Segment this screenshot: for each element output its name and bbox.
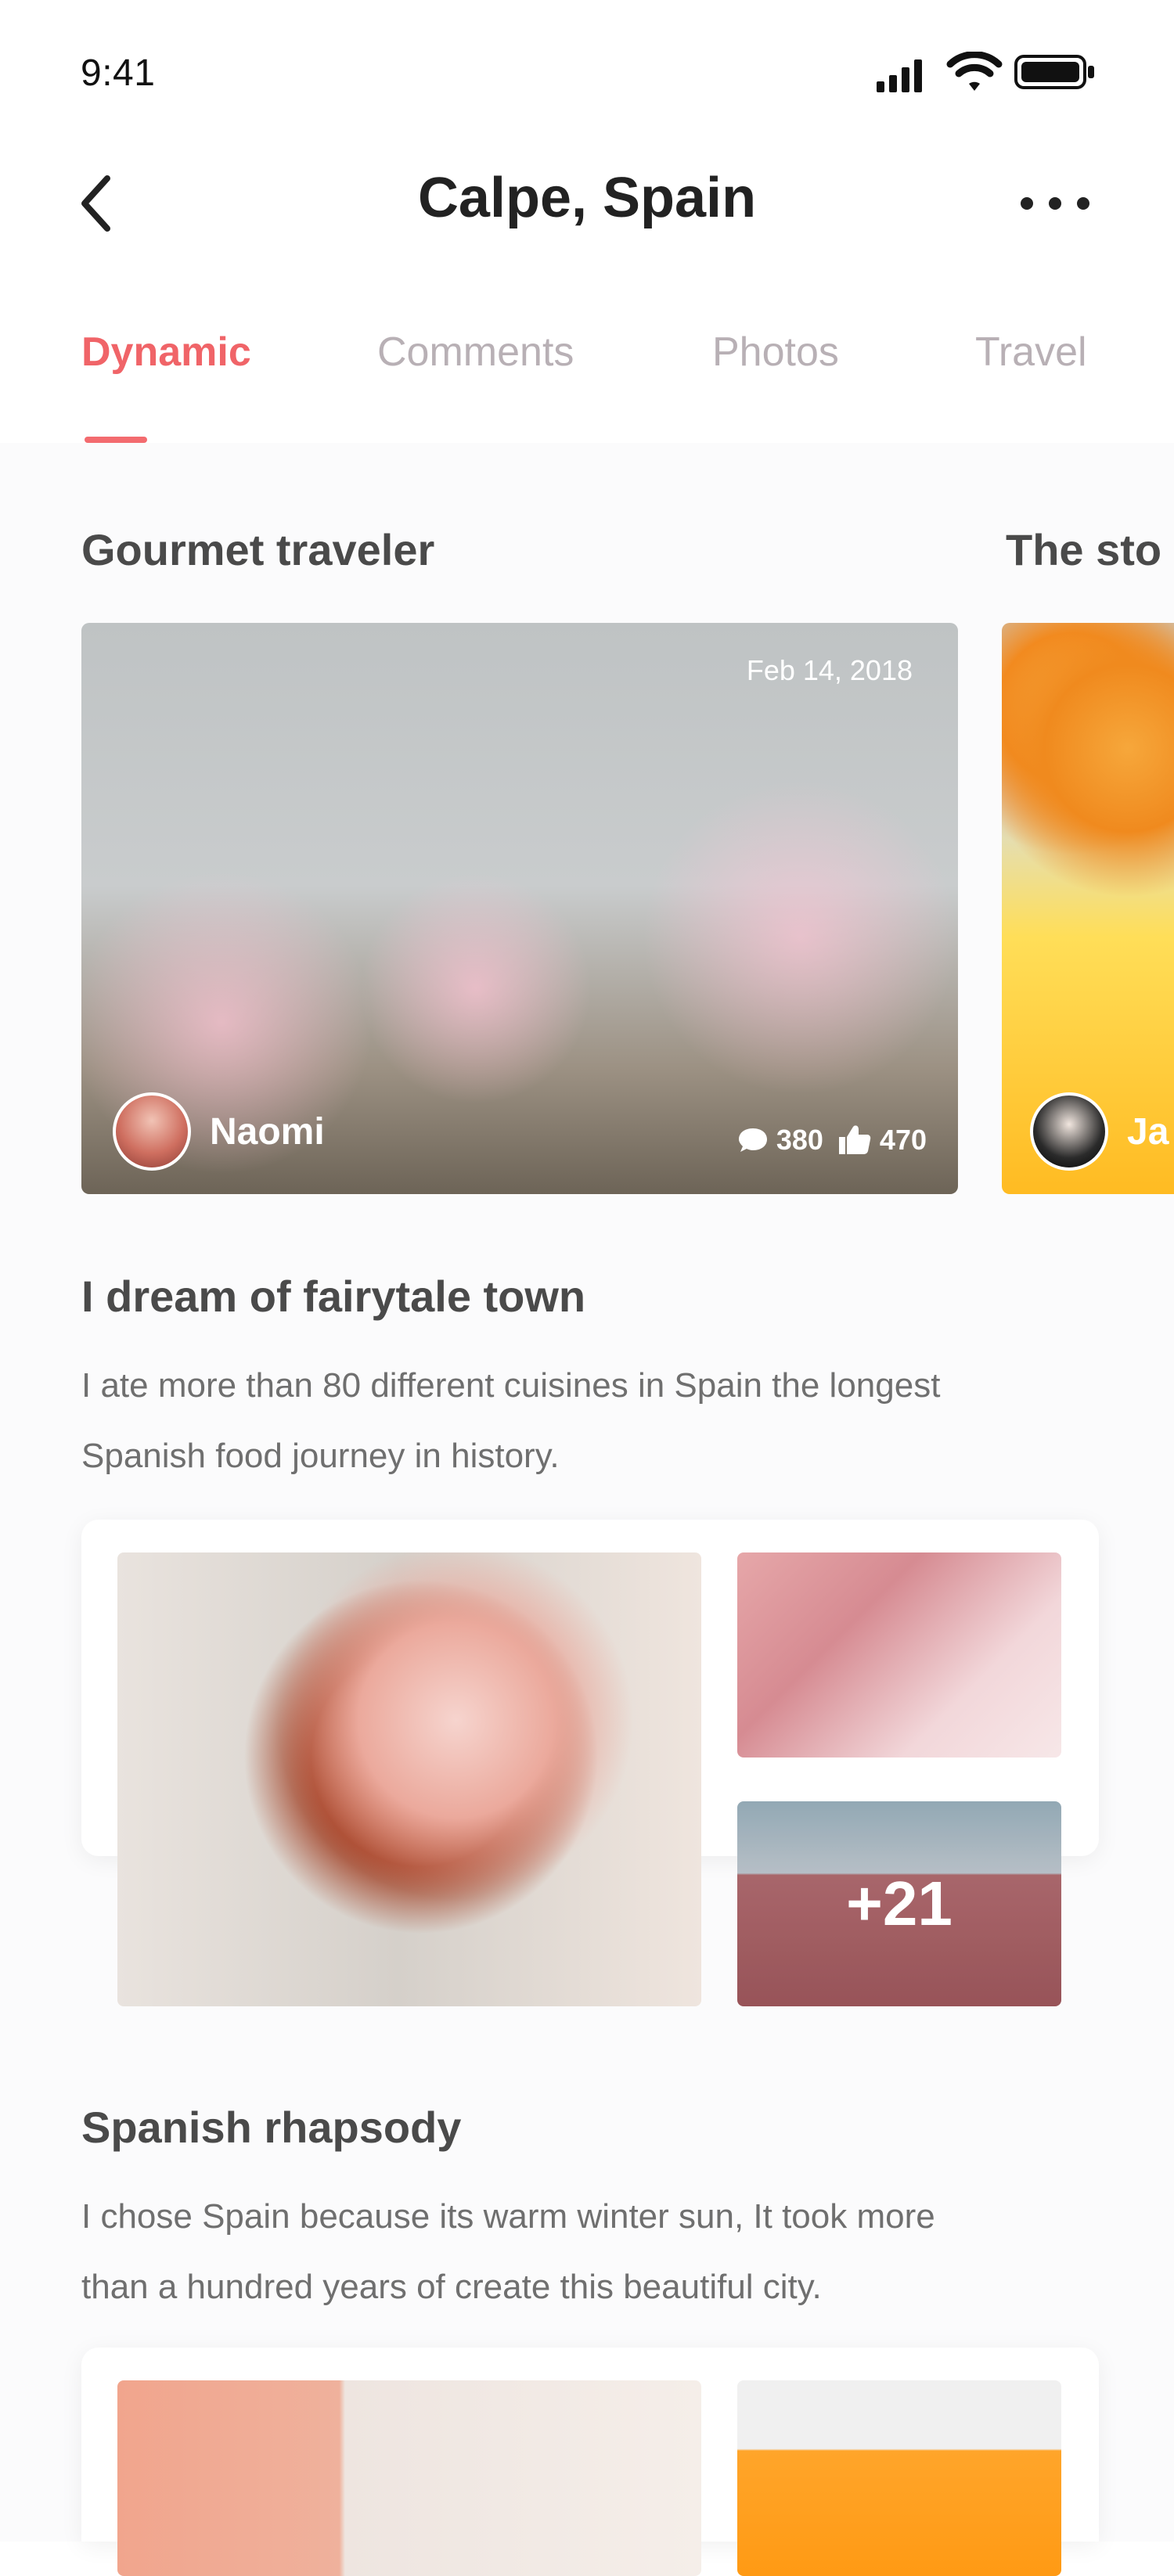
post-gallery-2 xyxy=(81,2348,1099,2576)
likes-count: 470 xyxy=(879,1124,927,1156)
status-icons xyxy=(877,52,1096,95)
featured-card-partial[interactable]: Ja xyxy=(1002,623,1174,1194)
avatar xyxy=(1030,1092,1108,1171)
tab-travel[interactable]: Travel xyxy=(975,329,1087,376)
gallery-image-top-right[interactable] xyxy=(737,1552,1061,1758)
gallery-image-large[interactable] xyxy=(117,2380,701,2576)
comments-count: 380 xyxy=(776,1124,823,1156)
more-button[interactable] xyxy=(1017,184,1096,223)
tab-comments[interactable]: Comments xyxy=(377,329,574,376)
content-area: Gourmet traveler The sto Feb 14, 2018 Na… xyxy=(0,443,1174,2576)
nav-bar: Calpe, Spain xyxy=(0,149,1174,258)
section-title-gourmet: Gourmet traveler xyxy=(81,525,435,574)
thumbs-up-icon xyxy=(838,1125,871,1154)
page-title: Calpe, Spain xyxy=(417,167,757,229)
author-name: Ja xyxy=(1127,1110,1169,1153)
post-text-2: I chose Spain because its warm winter su… xyxy=(81,2182,1115,2322)
post-text-line: I ate more than 80 different cuisines in… xyxy=(81,1366,941,1405)
avatar xyxy=(113,1092,191,1171)
card-stats: 380 470 xyxy=(737,1124,927,1157)
like-stat: 470 xyxy=(837,1124,927,1157)
card-author: Naomi xyxy=(113,1092,325,1171)
wifi-icon xyxy=(946,52,1003,91)
post-title-1: I dream of fairytale town xyxy=(81,1272,586,1321)
status-time: 9:41 xyxy=(81,52,156,94)
tab-dynamic[interactable]: Dynamic xyxy=(81,329,251,376)
card-date: Feb 14, 2018 xyxy=(746,654,913,686)
post-text-1: I ate more than 80 different cuisines in… xyxy=(81,1351,1115,1491)
active-tab-indicator xyxy=(85,437,147,443)
status-bar: 9:41 xyxy=(0,0,1174,141)
post-gallery-1: +21 xyxy=(81,1520,1099,2006)
card-author: Ja xyxy=(1030,1092,1169,1171)
featured-card-gourmet[interactable]: Feb 14, 2018 Naomi 380 470 xyxy=(81,623,958,1194)
author-name: Naomi xyxy=(210,1110,325,1153)
tab-photos[interactable]: Photos xyxy=(712,329,839,376)
gallery-image-large[interactable] xyxy=(117,1552,701,2006)
chat-bubble-icon xyxy=(738,1128,767,1152)
comment-stat: 380 xyxy=(737,1124,823,1157)
section-title-partial: The sto xyxy=(1006,525,1162,574)
gallery-image-top-right[interactable] xyxy=(737,2380,1061,2576)
post-text-line: Spanish food journey in history. xyxy=(81,1437,560,1475)
gallery-image-bottom-right[interactable]: +21 xyxy=(737,1801,1061,2006)
post-text-line: than a hundred years of create this beau… xyxy=(81,2268,822,2306)
post-text-line: I chose Spain because its warm winter su… xyxy=(81,2197,935,2236)
battery-icon xyxy=(1014,55,1094,89)
tab-bar: Dynamic Comments Photos Travel xyxy=(0,329,1174,446)
more-horizontal-icon xyxy=(1021,197,1089,210)
more-photos-overlay[interactable]: +21 xyxy=(737,1801,1061,2006)
post-title-2: Spanish rhapsody xyxy=(81,2103,462,2152)
